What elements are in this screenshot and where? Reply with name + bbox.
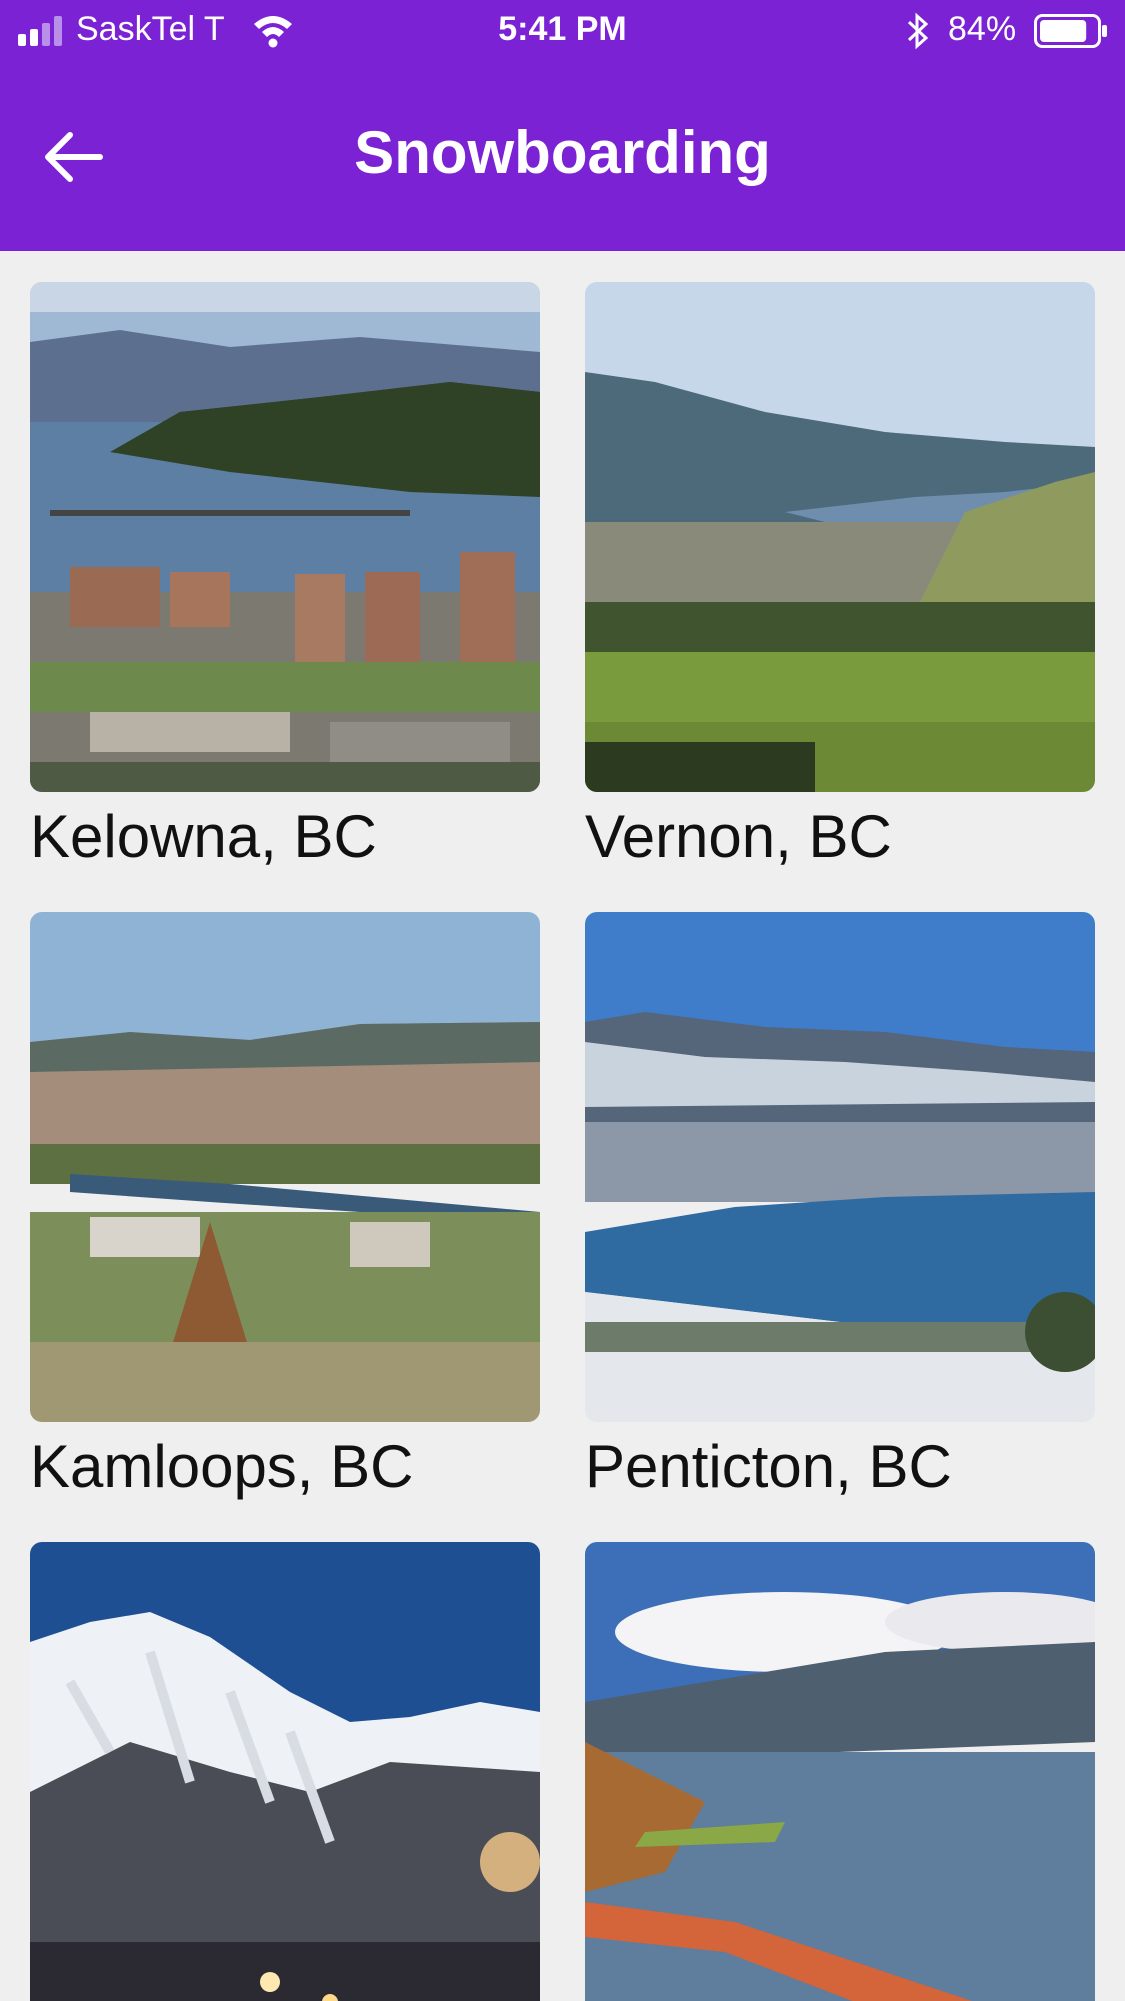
ski-hill-photo	[30, 1542, 540, 2001]
app-header: SaskTel T 5:41 PM 84% Snowboarding	[0, 0, 1125, 251]
destination-tile-penticton[interactable]: Penticton, BC	[585, 912, 1095, 1501]
destination-tile-ski-hill[interactable]	[30, 1542, 540, 2001]
vernon-photo	[585, 282, 1095, 792]
kamloops-photo	[30, 912, 540, 1422]
destination-tile-kelowna[interactable]: Kelowna, BC	[30, 282, 540, 871]
destination-tile-kamloops[interactable]: Kamloops, BC	[30, 912, 540, 1501]
tile-label: Kelowna, BC	[30, 803, 377, 870]
penticton-photo	[585, 912, 1095, 1422]
bluetooth-icon	[907, 12, 929, 50]
status-bar: SaskTel T 5:41 PM 84%	[0, 0, 1125, 62]
tile-label: Penticton, BC	[585, 1433, 952, 1500]
destination-tile-vernon[interactable]: Vernon, BC	[585, 282, 1095, 871]
page-title: Snowboarding	[354, 119, 771, 186]
battery-percent: 84%	[948, 10, 1017, 48]
kelowna-photo	[30, 282, 540, 792]
tile-label: Kamloops, BC	[30, 1433, 414, 1500]
destination-tile-nelson[interactable]	[585, 1542, 1095, 2001]
battery-icon	[1034, 14, 1107, 48]
nelson-bridge-photo	[585, 1542, 1095, 2001]
tile-label: Vernon, BC	[585, 803, 892, 870]
